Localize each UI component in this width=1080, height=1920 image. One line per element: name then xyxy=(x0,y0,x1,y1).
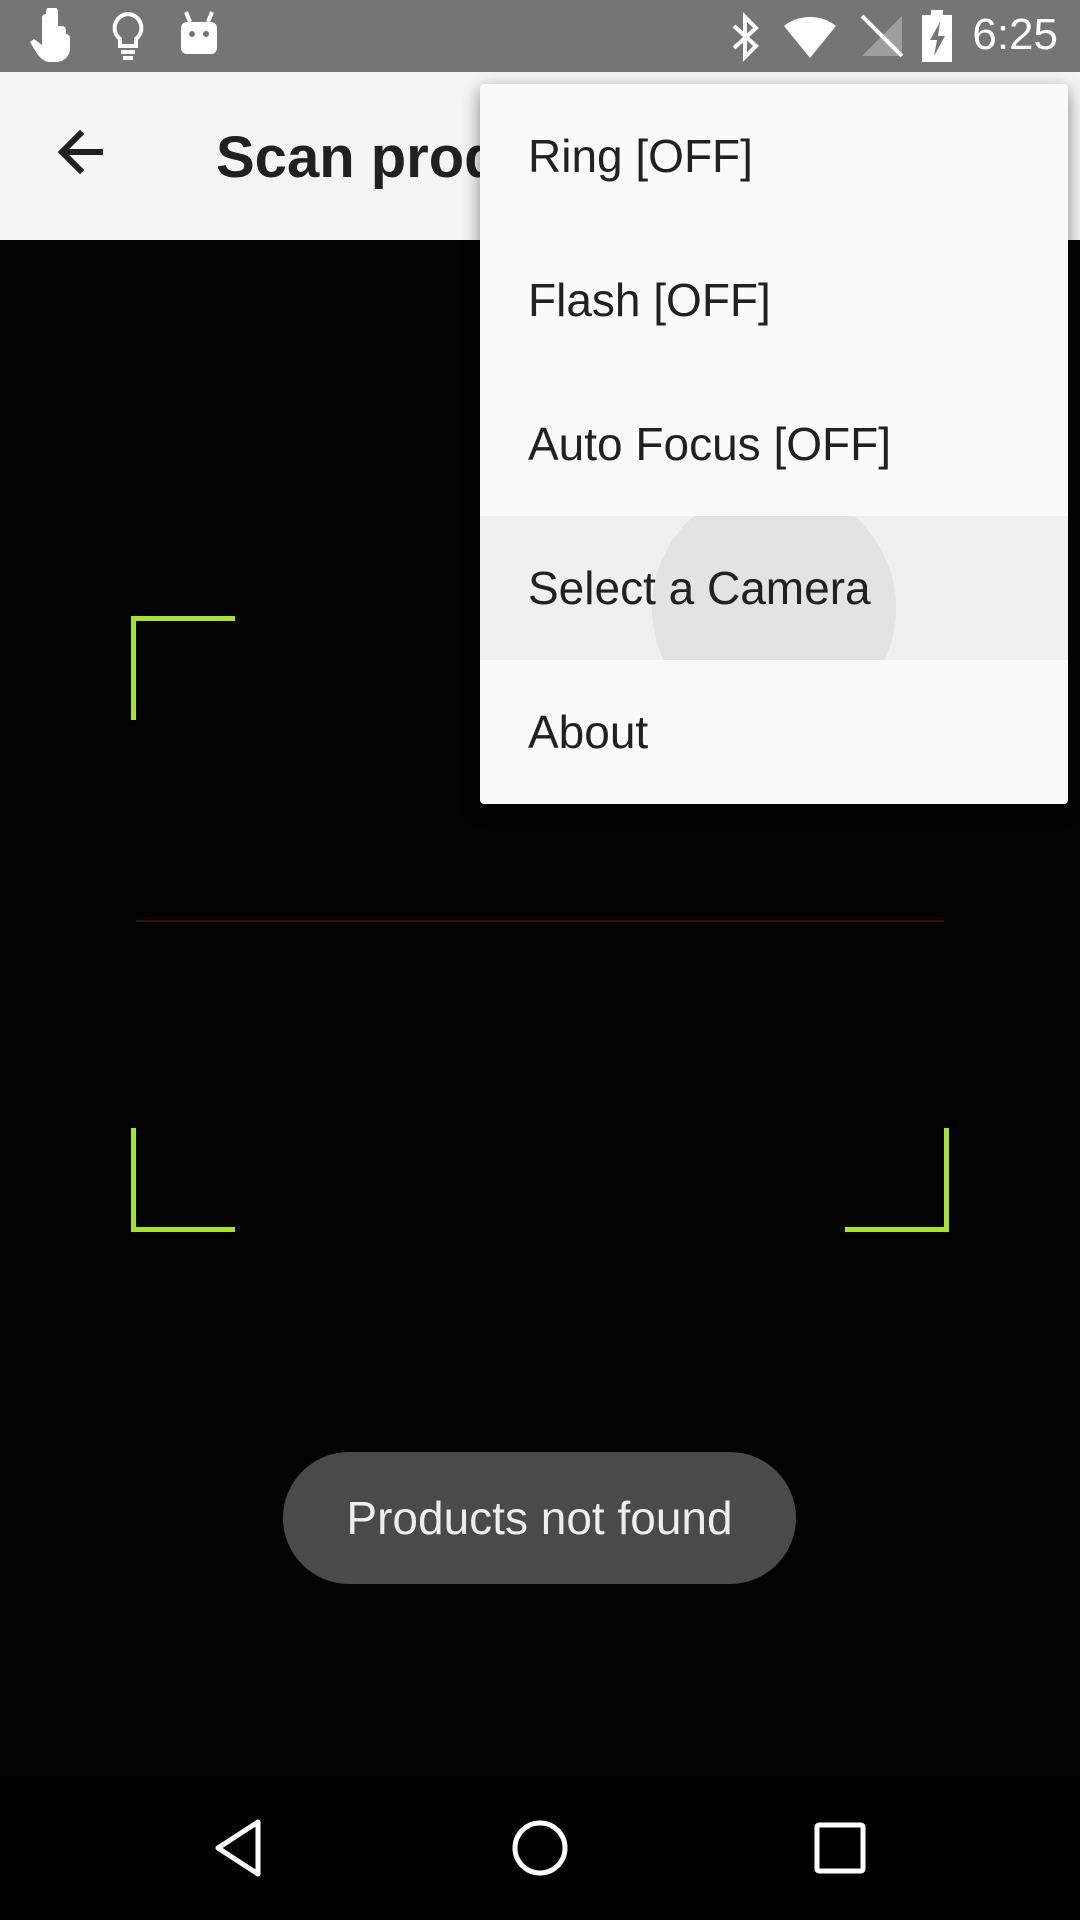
menu-item-label: Select a Camera xyxy=(528,562,871,614)
home-circle-icon[interactable] xyxy=(504,1812,576,1884)
menu-item-select-camera[interactable]: Select a Camera xyxy=(480,516,1068,660)
menu-item-label: Ring [OFF] xyxy=(528,130,753,182)
toast: Products not found xyxy=(283,1452,796,1584)
no-signal-icon xyxy=(860,14,904,58)
touch-icon xyxy=(30,8,70,62)
status-time: 6:25 xyxy=(972,10,1058,59)
scan-line xyxy=(136,920,944,922)
overflow-menu: Ring [OFF] Flash [OFF] Auto Focus [OFF] … xyxy=(480,84,1068,804)
arrow-back-icon[interactable] xyxy=(44,112,124,192)
wifi-icon xyxy=(784,17,836,58)
menu-item-label: Flash [OFF] xyxy=(528,274,771,326)
lightbulb-icon xyxy=(112,11,144,60)
viewfinder-corner-bottom-left xyxy=(131,1128,235,1232)
toast-message: Products not found xyxy=(346,1492,733,1544)
menu-item-label: Auto Focus [OFF] xyxy=(528,418,891,470)
viewfinder-corner-bottom-right xyxy=(845,1128,949,1232)
android-icon xyxy=(181,11,217,54)
battery-charging-icon xyxy=(922,10,952,62)
recents-square-icon[interactable] xyxy=(804,1812,876,1884)
menu-item-auto-focus[interactable]: Auto Focus [OFF] xyxy=(480,372,1068,516)
viewfinder-corner-top-left xyxy=(131,616,235,720)
menu-item-about[interactable]: About xyxy=(480,660,1068,804)
menu-item-ring[interactable]: Ring [OFF] xyxy=(480,84,1068,228)
menu-item-flash[interactable]: Flash [OFF] xyxy=(480,228,1068,372)
status-bar: 6:25 xyxy=(0,0,1080,72)
back-triangle-icon[interactable] xyxy=(204,1812,276,1884)
bluetooth-icon xyxy=(732,12,759,62)
navigation-bar xyxy=(0,1776,1080,1920)
menu-item-label: About xyxy=(528,706,649,758)
